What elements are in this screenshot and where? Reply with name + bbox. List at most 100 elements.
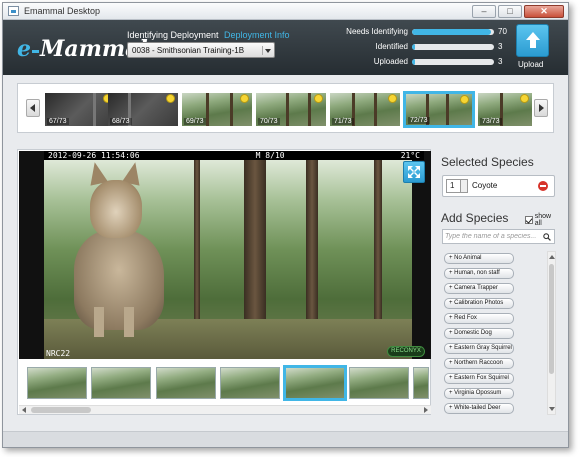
sequence-thumb[interactable] (349, 367, 409, 399)
thumb-tree (230, 93, 233, 126)
stat-progress-fill (412, 29, 491, 35)
search-icon[interactable] (543, 233, 551, 241)
species-search-input[interactable] (445, 231, 541, 242)
expand-icon (408, 166, 420, 178)
remove-species-button[interactable] (538, 181, 548, 191)
filmstrip-thumb-selected[interactable]: 72/73 (403, 91, 475, 128)
sequence-thumb[interactable] (156, 367, 216, 399)
title-bar: Emammal Desktop – □ ✕ (3, 3, 568, 20)
thumb-label: 67/73 (47, 118, 69, 125)
camera-brand-badge: RECONYX (387, 346, 425, 357)
sequence-thumb-selected[interactable] (283, 365, 347, 401)
species-list-scrollbar[interactable] (547, 251, 556, 415)
logo-e: e (17, 36, 31, 62)
species-button[interactable]: + Human, non staff (444, 268, 514, 279)
show-all-checkbox[interactable] (525, 216, 533, 224)
deployment-select-value: 0038 - Smithsonian Training-1B (132, 46, 245, 55)
pending-badge-icon (240, 94, 249, 103)
sequence-thumb[interactable] (27, 367, 87, 399)
stepper-arrows-icon[interactable] (460, 180, 467, 192)
species-button[interactable]: + Calibration Photos (444, 298, 514, 309)
camera-trap-photo[interactable]: 2012-09-26 11:54:06 M 8/10 21°C NRC22 RE… (19, 151, 431, 359)
thumb-label: 72/73 (408, 117, 430, 124)
species-button[interactable]: + Domestic Dog (444, 328, 514, 339)
maximize-button[interactable]: □ (498, 5, 522, 18)
photo-filmstrip: 67/73 68/73 69/73 70/73 71/73 72/73 73/7… (17, 83, 554, 133)
pending-badge-icon (460, 95, 469, 104)
deployment-info-link[interactable]: Deployment Info (224, 30, 290, 40)
pending-badge-icon (520, 94, 529, 103)
sequence-strip (19, 364, 431, 402)
stat-count: 70 (498, 27, 507, 36)
photo-info-bar: 2012-09-26 11:54:06 M 8/10 21°C (44, 151, 424, 160)
scroll-up-icon[interactable] (549, 255, 555, 259)
stat-needs-identifying: Needs Identifying 70 (333, 26, 513, 38)
photo-image (44, 160, 412, 359)
species-search (442, 229, 555, 244)
filmstrip-thumb[interactable]: 70/73 (256, 93, 326, 126)
thumb-tree (206, 93, 209, 126)
filmstrip-thumb[interactable]: 67/73 (45, 93, 115, 126)
scrollbar-thumb[interactable] (549, 264, 554, 374)
camera-label: NRC22 (46, 349, 71, 358)
species-list: + No Animal + Human, non staff + Camera … (442, 251, 547, 415)
species-button[interactable]: + Eastern Fox Squirrel (444, 373, 514, 384)
stat-progress-bar (412, 44, 494, 50)
chevron-down-icon (262, 46, 271, 55)
scroll-left-icon[interactable] (22, 407, 26, 413)
filmstrip-next-button[interactable] (534, 99, 548, 117)
thumb-label: 68/73 (110, 118, 132, 125)
filmstrip-thumb[interactable]: 69/73 (182, 93, 252, 126)
species-button[interactable]: + No Animal (444, 253, 514, 264)
species-button[interactable]: + Red Fox (444, 313, 514, 324)
show-all-toggle[interactable]: show all (525, 213, 559, 227)
stat-progress-fill (412, 59, 416, 65)
filmstrip-thumb[interactable]: 73/73 (478, 93, 532, 126)
species-button[interactable]: + Eastern Gray Squirrel (444, 343, 514, 354)
stat-identified: Identified 3 (333, 41, 513, 53)
quantity-stepper[interactable]: 1 (446, 179, 468, 193)
stat-label: Uploaded (373, 57, 408, 66)
filmstrip-prev-button[interactable] (26, 99, 40, 117)
species-button[interactable]: + Northern Raccoon (444, 358, 514, 369)
species-panel: Selected Species 1 Coyote Add Species sh… (441, 149, 559, 419)
coyote-body (74, 230, 164, 330)
thumb-tree (374, 93, 377, 126)
app-icon (8, 6, 19, 16)
scroll-down-icon[interactable] (549, 407, 555, 411)
show-all-label: show all (534, 213, 552, 227)
sequence-thumb[interactable] (220, 367, 280, 399)
thumb-tree (93, 93, 96, 126)
window-controls: – □ ✕ (472, 5, 564, 18)
scroll-right-icon[interactable] (424, 407, 428, 413)
minimize-button[interactable]: – (472, 5, 496, 18)
thumb-tree (308, 93, 311, 126)
species-button[interactable]: + White-tailed Deer (444, 403, 514, 414)
selected-species-title: Selected Species (441, 155, 534, 169)
thumb-label: 73/73 (480, 118, 502, 125)
sequence-thumb[interactable] (413, 367, 429, 399)
identifying-deployment-label: Identifying Deployment (127, 30, 219, 40)
sequence-thumb[interactable] (91, 367, 151, 399)
app-header: e Mammal Identifying Deployment Deployme… (3, 20, 568, 75)
coyote-head (90, 180, 142, 238)
deployment-select[interactable]: 0038 - Smithsonian Training-1B (127, 42, 275, 58)
stat-progress-bar (412, 59, 494, 65)
pending-badge-icon (388, 94, 397, 103)
selected-species-name: Coyote (472, 181, 498, 190)
scrollbar-thumb[interactable] (31, 407, 91, 413)
photo-moon-phase: M 8/10 (255, 151, 285, 160)
photo-viewer: 2012-09-26 11:54:06 M 8/10 21°C NRC22 RE… (17, 149, 431, 415)
filmstrip-thumb[interactable]: 71/73 (330, 93, 400, 126)
species-button[interactable]: + Virginia Opossum (444, 388, 514, 399)
species-button[interactable]: + Camera Trapper (444, 283, 514, 294)
upload-button[interactable] (516, 24, 549, 57)
thumb-label: 69/73 (184, 118, 206, 125)
filmstrip-thumb[interactable]: 68/73 (108, 93, 178, 126)
upload-label: Upload (518, 60, 544, 69)
photo-timestamp: 2012-09-26 11:54:06 (48, 151, 140, 160)
app-window: Emammal Desktop – □ ✕ e Mammal Identifyi… (2, 2, 569, 448)
close-button[interactable]: ✕ (524, 5, 564, 18)
expand-photo-button[interactable] (403, 161, 425, 183)
sequence-scrollbar[interactable] (19, 405, 431, 414)
